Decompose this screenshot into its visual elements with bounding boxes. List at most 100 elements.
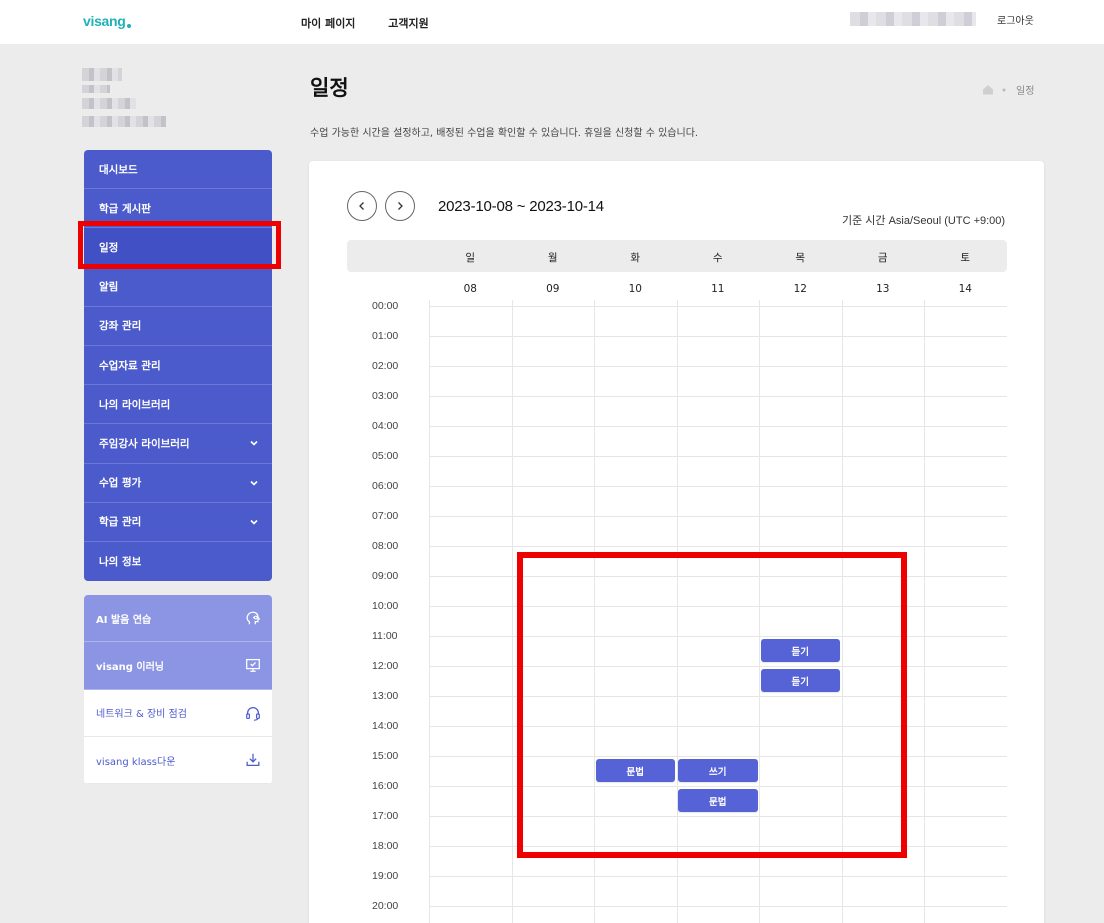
quick-klass-download[interactable]: visang klass다운 <box>84 736 272 785</box>
grid-row-line <box>429 876 1007 877</box>
sidebar-item-label: 나의 정보 <box>99 555 142 568</box>
grid-column-line <box>429 300 430 923</box>
date-label: 13 <box>876 283 890 295</box>
prev-week-button[interactable] <box>347 191 377 221</box>
grid-column-line <box>511 300 513 923</box>
logo-dot <box>126 24 131 28</box>
sidebar-item-label: 알림 <box>99 281 119 294</box>
logo[interactable]: visang <box>83 13 131 29</box>
time-label: 14:00 <box>372 720 399 732</box>
time-label: 18:00 <box>372 840 399 852</box>
grid-row-line <box>429 636 1007 637</box>
quick-links: AI 발음 연습 visang 이러닝 네트워크 & 장비 점검 visang … <box>84 595 272 785</box>
date-label: 08 <box>463 283 477 295</box>
quick-network-check[interactable]: 네트워크 & 장비 점검 <box>84 689 272 737</box>
profile-line <box>82 68 122 81</box>
sidebar-item-label: 대시보드 <box>99 163 138 176</box>
weekday-label: 월 <box>547 252 558 264</box>
sidebar-item-materials[interactable]: 수업자료 관리 <box>84 346 272 386</box>
class-event[interactable]: 쓰기 <box>678 759 758 782</box>
grid-row-line <box>429 396 1007 397</box>
next-week-button[interactable] <box>385 191 415 221</box>
sidebar-item-course-management[interactable]: 강좌 관리 <box>84 307 272 346</box>
date-label: 11 <box>711 283 725 295</box>
sidebar-item-class-management[interactable]: 학급 관리 <box>84 503 272 542</box>
grid-row-line <box>429 756 1007 757</box>
grid-row-line <box>429 456 1007 457</box>
time-label: 11:00 <box>372 630 398 642</box>
quick-item-label: AI 발음 연습 <box>96 614 152 626</box>
chevron-down-icon <box>250 480 258 486</box>
time-label: 02:00 <box>372 360 399 372</box>
class-event[interactable]: 문법 <box>678 789 758 812</box>
sidebar-item-head-library[interactable]: 주임강사 라이브러리 <box>84 424 272 464</box>
headset-icon <box>246 706 260 721</box>
grid-row-line <box>429 336 1007 337</box>
time-label: 10:00 <box>372 600 399 612</box>
grid-row-line <box>429 606 1007 607</box>
weekday-label: 수 <box>712 252 723 264</box>
sidebar-item-label: 강좌 관리 <box>99 320 142 333</box>
profile-line <box>82 116 166 127</box>
sidebar-item-notifications[interactable]: 알림 <box>84 268 272 307</box>
time-label: 04:00 <box>372 420 399 432</box>
grid-column-line <box>924 300 925 923</box>
sidebar-item-class-board[interactable]: 학급 게시판 <box>84 189 272 229</box>
logo-text: visang <box>83 13 126 29</box>
grid-row-line <box>429 816 1007 817</box>
sidebar-item-schedule[interactable]: 일정 <box>84 228 272 268</box>
sidebar-menu: 대시보드 학급 게시판 일정 알림 강좌 관리 수업자료 관리 나의 라이브러리… <box>84 150 272 582</box>
chevron-down-icon <box>250 519 258 525</box>
time-label: 17:00 <box>372 810 399 822</box>
time-label: 09:00 <box>372 570 399 582</box>
sidebar-item-class-evaluation[interactable]: 수업 평가 <box>84 464 272 503</box>
download-icon <box>246 753 260 767</box>
grid-row-line <box>429 306 1007 307</box>
top-header: visang 마이 페이지 고객지원 로그아웃 <box>0 0 1104 44</box>
class-event[interactable]: 문법 <box>595 759 675 782</box>
time-label: 13:00 <box>372 690 399 702</box>
page-title: 일정 <box>310 76 349 100</box>
sidebar-item-label: 수업자료 관리 <box>99 359 161 372</box>
weekday-label: 일 <box>465 252 476 264</box>
grid-column-line <box>841 300 843 923</box>
timezone-label: 기준 시간 Asia/Seoul (UTC +9:00) <box>842 215 1006 227</box>
breadcrumb-current: 일정 <box>1016 86 1035 97</box>
chevron-left-icon <box>359 202 364 210</box>
home-icon[interactable] <box>982 84 994 95</box>
quick-elearning[interactable]: visang 이러닝 <box>84 642 272 690</box>
sidebar-item-my-library[interactable]: 나의 라이브러리 <box>84 385 272 425</box>
sidebar-item-label: 주임강사 라이브러리 <box>99 437 190 450</box>
time-label: 05:00 <box>372 450 399 462</box>
page-description: 수업 가능한 시간을 설정하고, 배정된 수업을 확인할 수 있습니다. 휴일을… <box>310 128 699 139</box>
sidebar-item-label: 수업 평가 <box>99 477 142 490</box>
time-label: 16:00 <box>372 780 399 792</box>
grid-row-line <box>429 516 1007 517</box>
date-range: 2023-10-08 ~ 2023-10-14 <box>438 198 604 215</box>
time-label: 03:00 <box>372 390 399 402</box>
profile-line <box>82 98 136 109</box>
nav-my-page[interactable]: 마이 페이지 <box>301 17 355 30</box>
grid-row-line <box>429 666 1007 667</box>
class-event[interactable]: 듣기 <box>760 669 840 692</box>
breadcrumb-separator-icon <box>1002 88 1006 91</box>
sidebar-item-label: 학급 관리 <box>99 516 142 529</box>
nav-support[interactable]: 고객지원 <box>388 17 428 30</box>
class-event[interactable]: 듣기 <box>760 639 840 662</box>
quick-ai-pronunciation[interactable]: AI 발음 연습 <box>84 595 272 643</box>
sidebar-item-dashboard[interactable]: 대시보드 <box>84 150 272 190</box>
profile-line <box>82 85 110 93</box>
sidebar-item-my-info[interactable]: 나의 정보 <box>84 542 272 581</box>
grid-row-line <box>429 726 1007 727</box>
grid-column-line <box>594 300 595 923</box>
grid-row-line <box>429 846 1007 847</box>
quick-item-label: visang 이러닝 <box>96 661 165 673</box>
grid-row-line <box>429 786 1007 787</box>
breadcrumb: 일정 <box>982 82 1034 97</box>
sidebar-item-label: 학급 게시판 <box>99 202 151 215</box>
logout-link[interactable]: 로그아웃 <box>997 12 1034 27</box>
profile-blurred <box>82 68 172 130</box>
weekday-label: 목 <box>795 252 806 264</box>
quick-item-label: 네트워크 & 장비 점검 <box>96 709 187 721</box>
time-label: 19:00 <box>372 870 399 882</box>
